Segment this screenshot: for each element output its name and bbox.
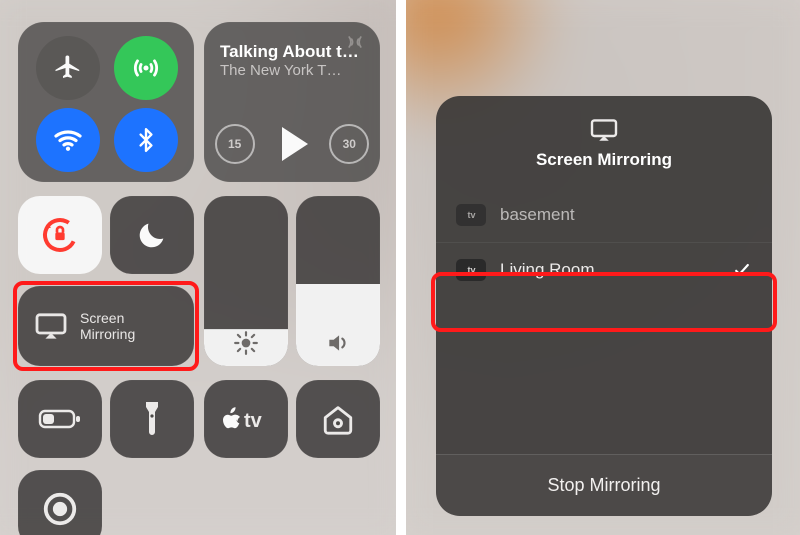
airplane-icon	[53, 53, 83, 83]
home-button[interactable]	[296, 380, 380, 458]
orientation-lock-toggle[interactable]	[18, 196, 102, 274]
cellular-icon	[129, 51, 163, 85]
screen-mirroring-button[interactable]: Screen Mirroring	[18, 286, 194, 366]
wifi-icon	[52, 124, 84, 156]
bluetooth-toggle[interactable]	[114, 108, 178, 172]
wifi-toggle[interactable]	[36, 108, 100, 172]
media-title: Talking About t…	[220, 42, 364, 62]
skip-forward-button[interactable]: 30	[329, 124, 369, 164]
svg-text:tv: tv	[244, 410, 263, 432]
record-icon	[41, 490, 79, 528]
orientation-lock-icon	[40, 215, 80, 255]
flashlight-toggle[interactable]	[110, 380, 194, 458]
connectivity-group	[18, 22, 194, 182]
do-not-disturb-toggle[interactable]	[110, 196, 194, 274]
sheet-title: Screen Mirroring	[436, 150, 772, 170]
low-power-mode-toggle[interactable]	[18, 380, 102, 458]
screen-record-button[interactable]	[18, 470, 102, 535]
apple-tv-remote-button[interactable]: tv	[204, 380, 288, 458]
volume-slider[interactable]	[296, 196, 380, 366]
control-center-screenshot: Talking About t… The New York T… 15 30	[0, 0, 396, 535]
device-list: tv basement tv Living Room	[436, 188, 772, 454]
sun-icon	[233, 330, 259, 356]
device-label: Living Room	[500, 260, 595, 280]
airplay-audio-icon	[344, 32, 366, 52]
device-label: basement	[500, 205, 575, 225]
skip-back-button[interactable]: 15	[215, 124, 255, 164]
cellular-data-toggle[interactable]	[114, 36, 178, 100]
device-row-basement[interactable]: tv basement	[436, 188, 772, 242]
speaker-icon	[323, 330, 353, 356]
apple-tv-badge-icon: tv	[456, 259, 486, 281]
screen-mirroring-label: Screen Mirroring	[80, 310, 135, 342]
stop-mirroring-button[interactable]: Stop Mirroring	[436, 454, 772, 516]
sheet-header: Screen Mirroring	[436, 96, 772, 188]
checkmark-icon	[732, 260, 752, 280]
brightness-slider[interactable]	[204, 196, 288, 366]
device-row-living-room[interactable]: tv Living Room	[436, 242, 772, 297]
flashlight-icon	[142, 399, 162, 439]
battery-icon	[38, 407, 82, 431]
screen-mirroring-icon	[34, 312, 68, 340]
moon-icon	[135, 218, 169, 252]
apple-tv-icon: tv	[221, 404, 271, 434]
screen-mirroring-icon	[589, 118, 619, 142]
now-playing-tile[interactable]: Talking About t… The New York T… 15 30	[204, 22, 380, 182]
screen-mirroring-sheet: Screen Mirroring tv basement tv Living R…	[436, 96, 772, 516]
bluetooth-icon	[133, 125, 159, 155]
media-subtitle: The New York T…	[220, 62, 364, 79]
screen-mirroring-picker-screenshot: Screen Mirroring tv basement tv Living R…	[406, 0, 800, 535]
skip-forward-label: 30	[343, 137, 356, 151]
airplane-mode-toggle[interactable]	[36, 36, 100, 100]
home-icon	[320, 402, 356, 436]
play-button[interactable]	[282, 127, 308, 161]
skip-back-label: 15	[228, 137, 241, 151]
apple-tv-badge-icon: tv	[456, 204, 486, 226]
